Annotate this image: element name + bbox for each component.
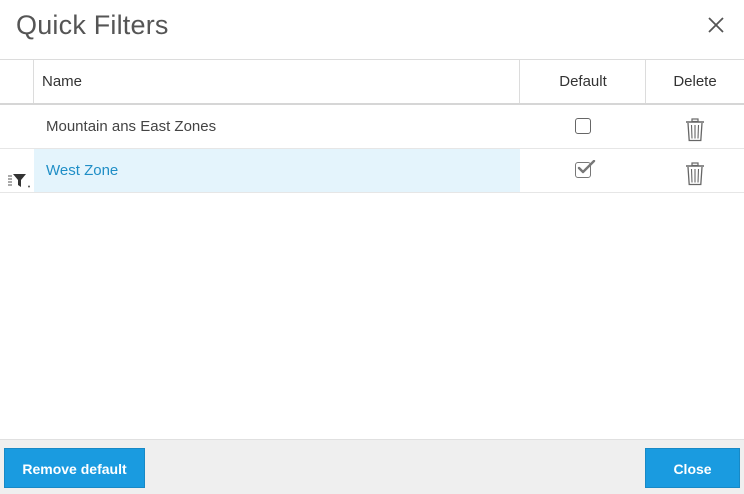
delete-column-header: Delete [673, 73, 717, 90]
default-checkbox[interactable] [575, 118, 591, 134]
close-icon[interactable] [706, 14, 726, 36]
filter-name[interactable]: Mountain ans East Zones [34, 105, 520, 148]
close-button[interactable]: Close [645, 448, 740, 488]
row-icon-cell [0, 105, 33, 148]
default-cell [521, 149, 645, 192]
default-cell [521, 105, 645, 148]
trash-icon[interactable] [685, 160, 705, 204]
dialog-footer: Remove default Close [0, 439, 744, 494]
remove-default-button[interactable]: Remove default [4, 448, 145, 488]
row-icon-cell [0, 149, 33, 192]
active-filter-icon [8, 163, 30, 207]
dialog-title: Quick Filters [16, 10, 169, 40]
default-checkbox[interactable] [575, 160, 596, 178]
table-row[interactable]: Mountain ans East Zones [0, 105, 744, 149]
quick-filters-dialog: Quick Filters Name Default Delete Mounta… [0, 0, 744, 494]
delete-cell [646, 105, 744, 148]
name-column-header[interactable]: Name [34, 60, 520, 103]
table-row[interactable]: West Zone [0, 149, 744, 193]
table-header: Name Default Delete [0, 59, 744, 105]
dialog-header: Quick Filters [0, 0, 744, 58]
filters-table: Name Default Delete Mountain ans East Zo… [0, 59, 744, 193]
default-column-header[interactable]: Default [521, 60, 646, 103]
icon-column-header [0, 60, 34, 103]
filter-name[interactable]: West Zone [34, 149, 520, 192]
delete-cell [646, 149, 744, 192]
